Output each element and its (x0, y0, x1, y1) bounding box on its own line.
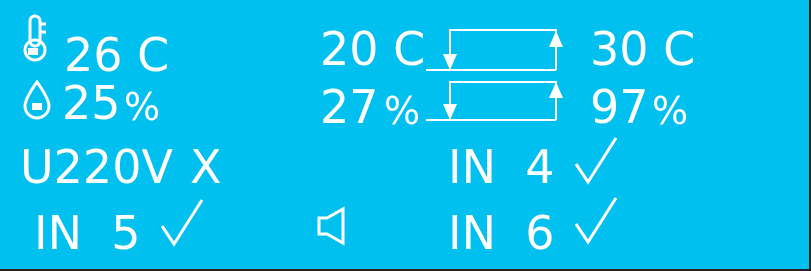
arrow-down-icon (443, 104, 457, 120)
temperature-current: 26 C (64, 28, 170, 82)
check-icon (574, 137, 618, 185)
humidity-min-value: 27 (320, 80, 379, 134)
arrow-up-icon (549, 31, 563, 47)
humidity-max-unit: % (652, 89, 689, 133)
input-4-label: IN 4 (448, 140, 555, 194)
power-status: X (190, 140, 222, 194)
humidity-max-value: 97 (590, 80, 649, 134)
arrow-up-icon (549, 82, 563, 98)
status-display: 26 C 20 C 30 C 25 % 27 % 97 % U220V X IN… (0, 0, 811, 271)
speaker-icon (317, 206, 345, 246)
humidity-current-unit: % (124, 85, 161, 129)
input-6-label: IN 6 (448, 206, 555, 260)
arrow-down-icon (443, 54, 457, 70)
humidity-min-unit: % (384, 89, 421, 133)
check-icon (574, 197, 618, 245)
temperature-min: 20 C (320, 22, 426, 76)
humidity-current-value: 25 (62, 76, 121, 130)
input-5-label: IN 5 (34, 206, 141, 260)
thermometer-icon (23, 14, 47, 62)
power-label: U220V (20, 140, 173, 194)
check-icon (160, 199, 204, 247)
water-drop-icon (23, 80, 51, 120)
temperature-max: 30 C (590, 22, 696, 76)
